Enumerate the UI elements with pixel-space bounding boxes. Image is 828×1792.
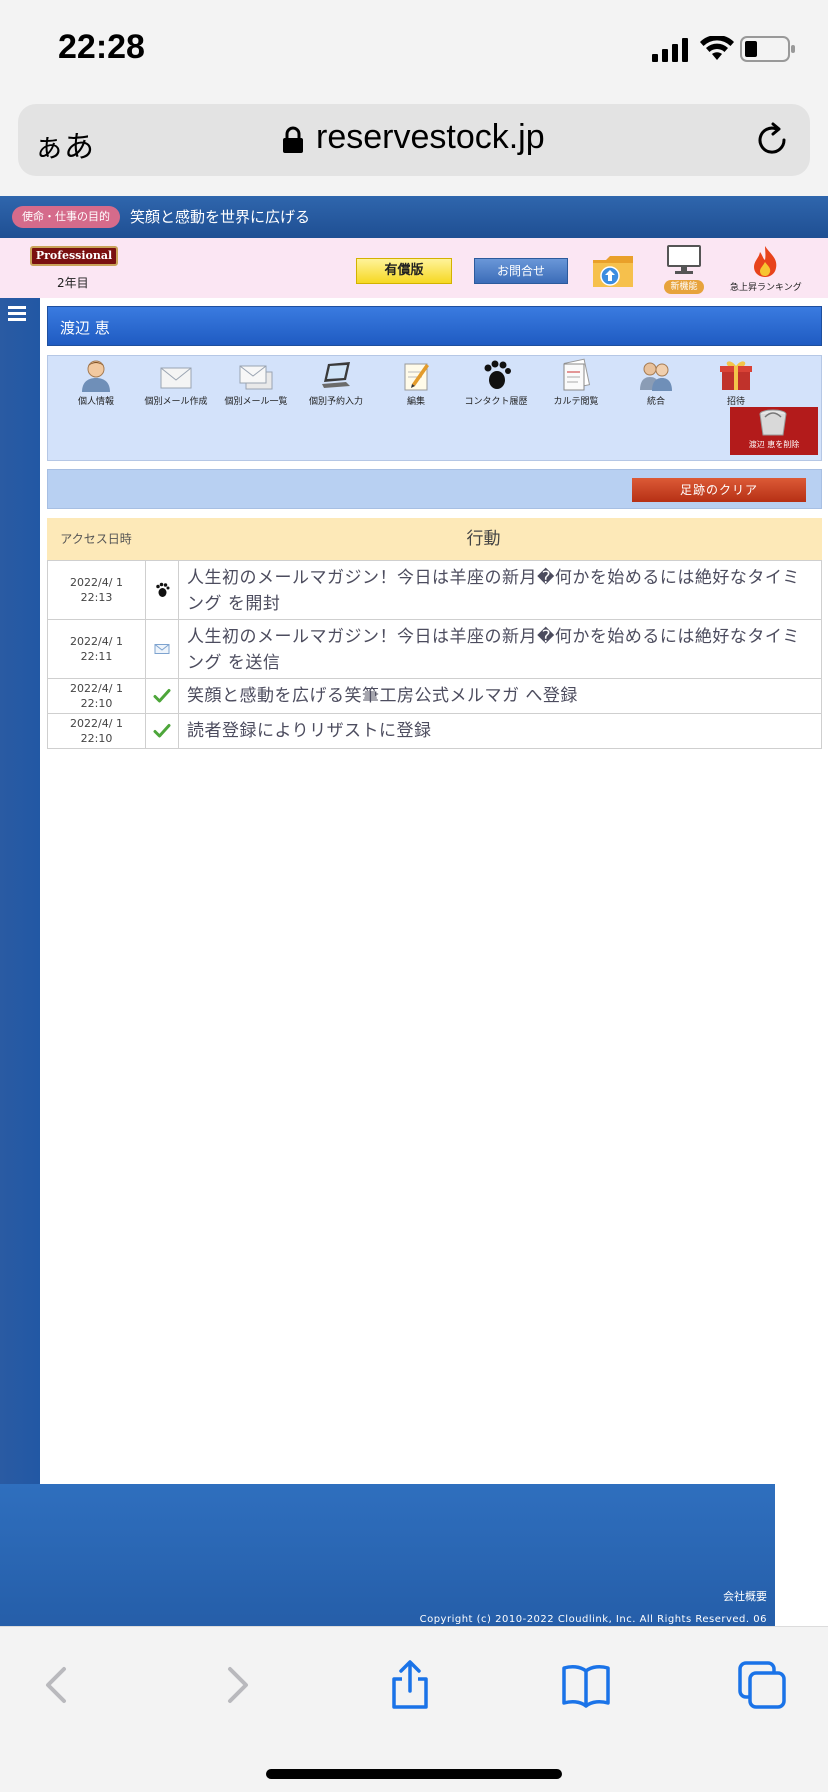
merge-people-icon <box>640 362 672 391</box>
action-mail-list[interactable]: 個別メール一覧 <box>216 358 296 407</box>
status-bar: 22:28 <box>0 0 828 96</box>
row-action-text: 人生初のメールマガジン！今日は羊座の新月�何かを始めるには絶好なタイミング を送… <box>187 627 800 673</box>
footprint-icon <box>484 360 511 389</box>
menu-icon[interactable] <box>8 306 26 322</box>
log-table-header: アクセス日時 行動 <box>47 518 822 560</box>
customer-name-header: 渡辺 恵 <box>47 306 822 346</box>
mission-label: 使命・仕事の目的 <box>12 206 120 228</box>
trash-bucket-icon <box>759 409 787 436</box>
new-feature-badge[interactable]: 新機能 <box>664 280 704 294</box>
forward-icon[interactable] <box>210 1659 262 1711</box>
action-chart-view[interactable]: カルテ閲覧 <box>536 358 616 407</box>
check-icon <box>153 689 171 703</box>
edit-icon <box>404 363 429 391</box>
activity-log-table: 2022/4/ 1 22:13 人生初のメールマガジン！今日は羊座の新月�何かを始… <box>47 560 822 749</box>
clear-footprint-button[interactable]: 足跡のクリア <box>632 478 806 502</box>
row-datetime: 2022/4/ 1 22:10 <box>48 679 146 713</box>
delete-customer-button[interactable]: 渡辺 恵を削除 <box>730 407 818 455</box>
laptop-icon <box>322 362 350 388</box>
row-action-text: 笑顔と感動を広げる笑筆工房公式メルマガ へ登録 <box>187 686 578 706</box>
url-text[interactable]: reservestock.jp <box>316 118 545 157</box>
monitor-icon[interactable] <box>666 244 702 276</box>
company-info-link[interactable]: 会社概要 <box>723 1588 767 1604</box>
reader-options-button[interactable]: ぁあ <box>34 122 94 166</box>
gift-icon <box>720 361 752 390</box>
bookmarks-icon[interactable] <box>560 1659 612 1711</box>
row-datetime: 2022/4/ 1 22:10 <box>48 714 146 748</box>
person-icon <box>82 360 110 392</box>
customer-name: 渡辺 恵 <box>60 319 110 337</box>
status-time: 22:28 <box>58 28 145 66</box>
lock-icon <box>283 126 303 153</box>
share-icon[interactable] <box>384 1659 436 1711</box>
mission-text: 笑顔と感動を世界に広げる <box>130 208 311 226</box>
back-icon[interactable] <box>32 1659 84 1711</box>
envelopes-icon <box>239 365 273 390</box>
wifi-icon <box>700 36 734 60</box>
mission-bar: 使命・仕事の目的 笑顔と感動を世界に広げる <box>0 196 828 238</box>
clear-footprint-bar: 足跡のクリア <box>47 469 822 509</box>
customer-action-panel: 個人情報 個別メール作成 個別メール一覧 個別予約入力 編集 コンタクト履歴 カ… <box>47 355 822 461</box>
table-row: 2022/4/ 1 22:10 笑顔と感動を広げる笑筆工房公式メルマガ へ登録 <box>48 679 821 714</box>
column-header-date: アクセス日時 <box>60 532 132 546</box>
action-merge[interactable]: 統合 <box>616 358 696 407</box>
sidebar <box>0 298 40 1484</box>
action-edit[interactable]: 編集 <box>376 358 456 407</box>
footprint-icon <box>156 582 170 597</box>
address-bar[interactable]: ぁあ reservestock.jp <box>18 104 810 176</box>
fire-icon[interactable] <box>748 244 782 278</box>
row-action-text: 読者登録によりリザストに登録 <box>187 721 432 741</box>
action-reservation-input[interactable]: 個別予約入力 <box>296 358 376 407</box>
home-indicator <box>266 1769 562 1779</box>
action-contact-history[interactable]: コンタクト履歴 <box>456 358 536 407</box>
browser-toolbar <box>0 1626 828 1792</box>
copyright-text: Copyright (c) 2010-2022 Cloudlink, Inc. … <box>419 1614 767 1625</box>
table-row: 2022/4/ 1 22:13 人生初のメールマガジン！今日は羊座の新月�何かを始… <box>48 561 821 620</box>
cellular-signal-icon <box>652 38 688 62</box>
row-action-text: 人生初のメールマガジン！今日は羊座の新月�何かを始めるには絶好なタイミング を開… <box>187 568 800 614</box>
battery-icon <box>740 36 795 62</box>
account-bar: Professional 2年目 有償版 お問合せ 新機能 急上昇ランキング <box>0 238 828 298</box>
plan-badge: Professional <box>30 246 118 266</box>
mail-sent-icon <box>154 644 170 654</box>
contact-button[interactable]: お問合せ <box>474 258 568 284</box>
tabs-icon[interactable] <box>736 1659 788 1711</box>
action-create-mail[interactable]: 個別メール作成 <box>136 358 216 407</box>
folder-upload-icon[interactable] <box>592 254 634 288</box>
ranking-label[interactable]: 急上昇ランキング <box>730 280 802 293</box>
membership-year: 2年目 <box>57 276 89 290</box>
table-row: 2022/4/ 1 22:10 読者登録によりリザストに登録 <box>48 714 821 749</box>
site-footer: 会社概要 Copyright (c) 2010-2022 Cloudlink, … <box>0 1484 775 1626</box>
paid-version-button[interactable]: 有償版 <box>356 258 452 284</box>
column-header-action: 行動 <box>466 529 501 549</box>
browser-url-area: ぁあ reservestock.jp <box>0 96 828 196</box>
table-row: 2022/4/ 1 22:11 人生初のメールマガジン！今日は羊座の新月�何かを始… <box>48 620 821 679</box>
row-datetime: 2022/4/ 1 22:11 <box>48 620 146 678</box>
action-personal-info[interactable]: 個人情報 <box>56 358 136 407</box>
reload-icon[interactable] <box>754 122 790 158</box>
action-invite[interactable]: 招待 <box>696 358 776 407</box>
chart-card-icon <box>563 358 591 391</box>
check-icon <box>153 724 171 738</box>
row-datetime: 2022/4/ 1 22:13 <box>48 561 146 619</box>
envelope-icon <box>160 367 192 389</box>
